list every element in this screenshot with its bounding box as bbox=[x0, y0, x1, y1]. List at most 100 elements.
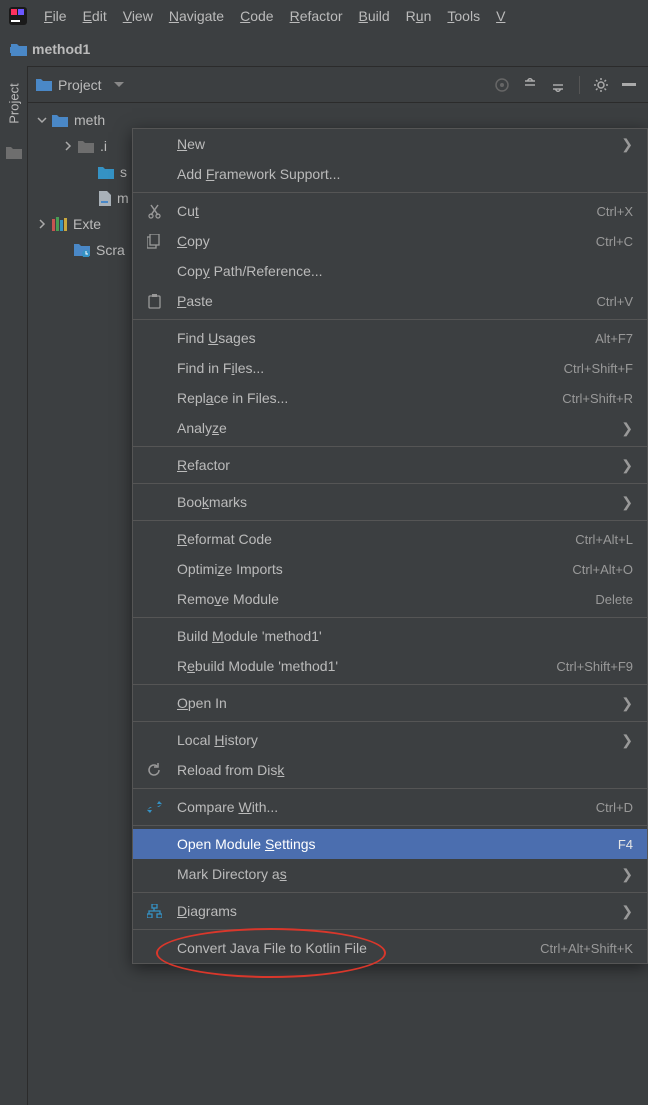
menu-item-label: Add Framework Support... bbox=[165, 166, 633, 182]
menu-item-label: Open Module Settings bbox=[165, 836, 618, 852]
context-menu-item[interactable]: Open Module SettingsF4 bbox=[133, 829, 647, 859]
expander-icon[interactable] bbox=[58, 244, 70, 256]
submenu-arrow-icon: ❯ bbox=[621, 903, 633, 920]
menu-item-label: Convert Java File to Kotlin File bbox=[165, 940, 540, 956]
project-header-label[interactable]: Project bbox=[58, 77, 102, 93]
shortcut-label: Ctrl+Shift+F9 bbox=[556, 659, 633, 674]
context-menu-item[interactable]: Replace in Files...Ctrl+Shift+R bbox=[133, 383, 647, 413]
context-menu-item[interactable]: New❯ bbox=[133, 129, 647, 159]
menu-item-label: Reformat Code bbox=[165, 531, 575, 547]
context-menu-item[interactable]: CopyCtrl+C bbox=[133, 226, 647, 256]
menu-separator bbox=[133, 721, 647, 722]
menu-item[interactable]: View bbox=[115, 4, 161, 28]
menu-separator bbox=[133, 192, 647, 193]
diagram-icon bbox=[143, 904, 165, 918]
breadcrumb: method1 bbox=[0, 32, 648, 66]
menu-item[interactable]: File bbox=[36, 4, 75, 28]
menu-item-label: Rebuild Module 'method1' bbox=[165, 658, 556, 674]
gutter-project-label[interactable]: Project bbox=[6, 83, 21, 123]
context-menu-item[interactable]: Reload from Disk bbox=[133, 755, 647, 785]
expander-icon[interactable] bbox=[36, 218, 48, 230]
expander-icon[interactable] bbox=[82, 166, 94, 178]
context-menu-item[interactable]: Convert Java File to Kotlin FileCtrl+Alt… bbox=[133, 933, 647, 963]
tree-label: m bbox=[117, 190, 129, 206]
menu-item-label: Replace in Files... bbox=[165, 390, 562, 406]
context-menu-item[interactable]: Copy Path/Reference... bbox=[133, 256, 647, 286]
context-menu-item[interactable]: Rebuild Module 'method1'Ctrl+Shift+F9 bbox=[133, 651, 647, 681]
tool-window-gutter[interactable]: Project bbox=[0, 66, 28, 1105]
library-icon bbox=[52, 217, 67, 231]
menu-separator bbox=[133, 520, 647, 521]
context-menu-item[interactable]: Build Module 'method1' bbox=[133, 621, 647, 651]
menu-separator bbox=[133, 684, 647, 685]
shortcut-label: F4 bbox=[618, 837, 633, 852]
menu-separator bbox=[133, 825, 647, 826]
menu-separator bbox=[133, 319, 647, 320]
menu-item-label: Local History bbox=[165, 732, 613, 748]
shortcut-label: Ctrl+V bbox=[597, 294, 633, 309]
menu-item[interactable]: Code bbox=[232, 4, 281, 28]
hide-icon[interactable] bbox=[618, 74, 640, 96]
cut-icon bbox=[143, 204, 165, 219]
shortcut-label: Ctrl+D bbox=[596, 800, 633, 815]
menu-item-label: Copy Path/Reference... bbox=[165, 263, 633, 279]
context-menu-item[interactable]: Find in Files...Ctrl+Shift+F bbox=[133, 353, 647, 383]
shortcut-label: Ctrl+Alt+L bbox=[575, 532, 633, 547]
context-menu-item[interactable]: Add Framework Support... bbox=[133, 159, 647, 189]
breadcrumb-label: method1 bbox=[32, 41, 90, 57]
menu-item[interactable]: Refactor bbox=[282, 4, 351, 28]
context-menu: New❯Add Framework Support...CutCtrl+XCop… bbox=[132, 128, 648, 964]
menu-item-label: Analyze bbox=[165, 420, 613, 436]
context-menu-item[interactable]: Bookmarks❯ bbox=[133, 487, 647, 517]
context-menu-item[interactable]: CutCtrl+X bbox=[133, 196, 647, 226]
expander-icon[interactable] bbox=[36, 114, 48, 126]
menu-item-label: Open In bbox=[165, 695, 613, 711]
shortcut-label: Ctrl+X bbox=[597, 204, 633, 219]
expander-icon[interactable] bbox=[62, 140, 74, 152]
menu-item[interactable]: Run bbox=[398, 4, 440, 28]
context-menu-item[interactable]: Analyze❯ bbox=[133, 413, 647, 443]
select-opened-icon[interactable] bbox=[491, 74, 513, 96]
context-menu-item[interactable]: Refactor❯ bbox=[133, 450, 647, 480]
compare-icon bbox=[143, 800, 165, 814]
gear-icon[interactable] bbox=[590, 74, 612, 96]
context-menu-item[interactable]: Diagrams❯ bbox=[133, 896, 647, 926]
submenu-arrow-icon: ❯ bbox=[621, 866, 633, 883]
shortcut-label: Ctrl+C bbox=[596, 234, 633, 249]
gutter-folder-icon[interactable] bbox=[6, 146, 22, 160]
context-menu-item[interactable]: Find UsagesAlt+F7 bbox=[133, 323, 647, 353]
menu-separator bbox=[133, 483, 647, 484]
context-menu-item[interactable]: Remove ModuleDelete bbox=[133, 584, 647, 614]
tree-label: meth bbox=[74, 112, 105, 128]
context-menu-item[interactable]: Local History❯ bbox=[133, 725, 647, 755]
menu-item-label: Find in Files... bbox=[165, 360, 564, 376]
menu-item-label: Paste bbox=[165, 293, 597, 309]
folder-dark-icon bbox=[78, 140, 94, 153]
app-logo-icon bbox=[8, 6, 28, 26]
project-folder-icon bbox=[36, 78, 52, 91]
expander-icon[interactable] bbox=[82, 192, 94, 204]
chevron-down-icon[interactable] bbox=[114, 82, 124, 88]
menu-item[interactable]: V bbox=[488, 4, 513, 28]
expand-all-icon[interactable] bbox=[519, 74, 541, 96]
menu-item-label: Refactor bbox=[165, 457, 613, 473]
menu-separator bbox=[133, 617, 647, 618]
menu-item[interactable]: Edit bbox=[75, 4, 115, 28]
submenu-arrow-icon: ❯ bbox=[621, 695, 633, 712]
menu-item[interactable]: Build bbox=[351, 4, 398, 28]
menu-item[interactable]: Tools bbox=[439, 4, 488, 28]
context-menu-item[interactable]: Reformat CodeCtrl+Alt+L bbox=[133, 524, 647, 554]
context-menu-item[interactable]: Mark Directory as❯ bbox=[133, 859, 647, 889]
context-menu-item[interactable]: Compare With...Ctrl+D bbox=[133, 792, 647, 822]
context-menu-item[interactable]: PasteCtrl+V bbox=[133, 286, 647, 316]
context-menu-item[interactable]: Optimize ImportsCtrl+Alt+O bbox=[133, 554, 647, 584]
shortcut-label: Delete bbox=[595, 592, 633, 607]
context-menu-item[interactable]: Open In ❯ bbox=[133, 688, 647, 718]
menu-item[interactable]: Navigate bbox=[161, 4, 232, 28]
menubar: FileEditViewNavigateCodeRefactorBuildRun… bbox=[0, 0, 648, 32]
shortcut-label: Ctrl+Shift+R bbox=[562, 391, 633, 406]
scratch-icon bbox=[74, 243, 90, 257]
shortcut-label: Ctrl+Alt+O bbox=[572, 562, 633, 577]
menu-separator bbox=[133, 892, 647, 893]
collapse-all-icon[interactable] bbox=[547, 74, 569, 96]
